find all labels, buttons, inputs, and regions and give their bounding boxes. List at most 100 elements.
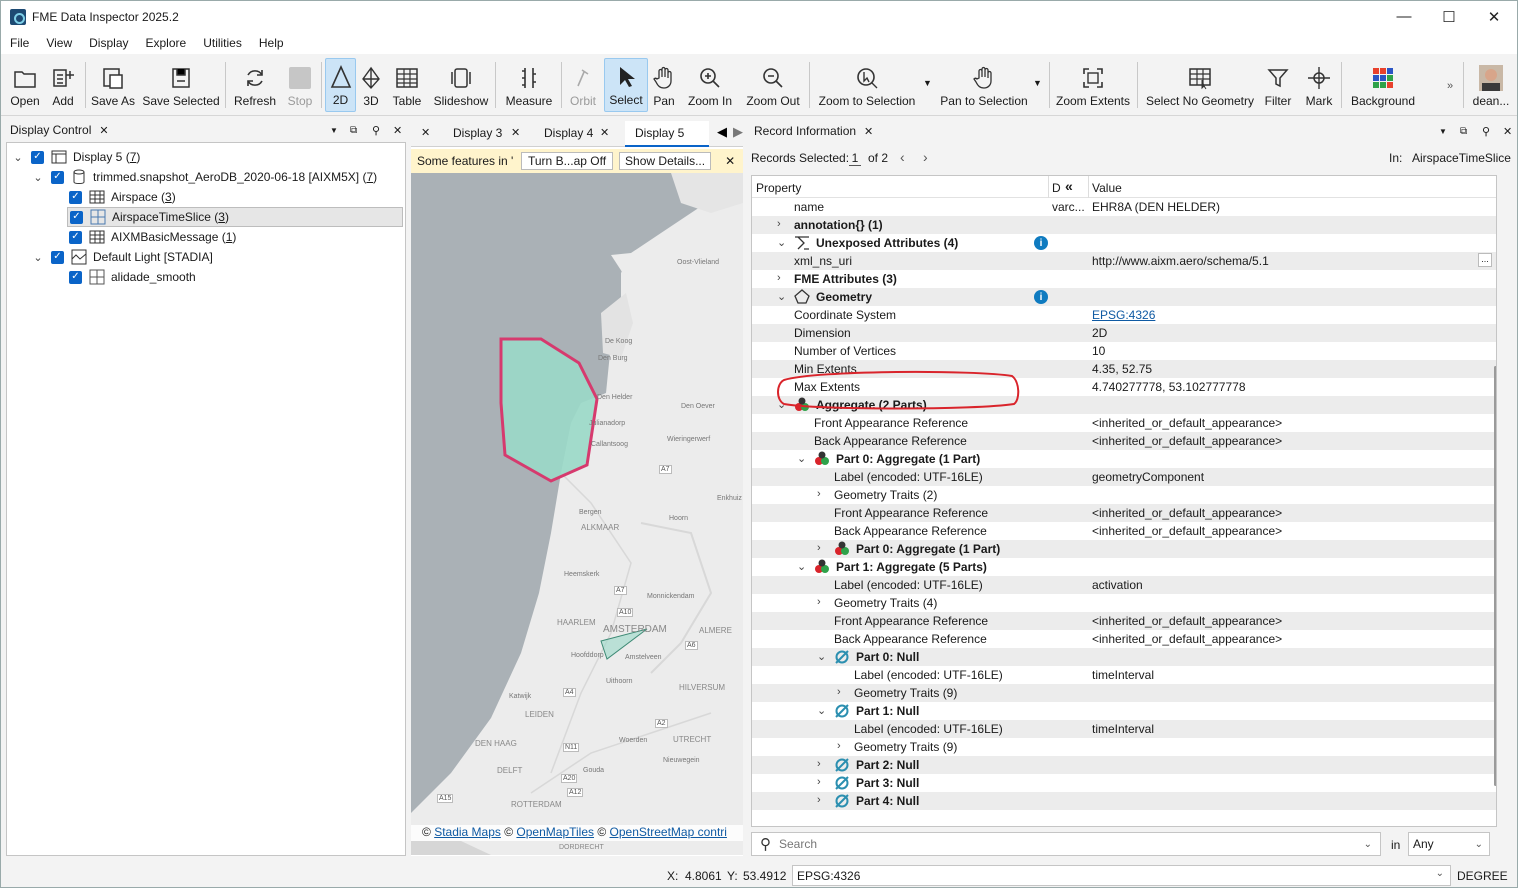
tree-item-airspace[interactable]: ✓ Airspace (3) — [69, 187, 176, 207]
stadia-link[interactable]: Stadia Maps — [434, 825, 501, 839]
chevron-down-icon[interactable]: ⌄ — [817, 704, 826, 717]
feature-count[interactable]: 7 — [130, 150, 137, 164]
grid-scrollbar-thumb[interactable] — [1494, 366, 1496, 786]
tree-item-alidade-smooth[interactable]: ✓ alidade_smooth — [69, 267, 196, 287]
property-row[interactable]: › Part 2: Null — [752, 756, 1496, 774]
float-panel-icon[interactable]: ⧉ — [350, 125, 357, 136]
add-button[interactable]: Add — [47, 58, 79, 112]
pin-icon[interactable]: ⚲ — [372, 124, 380, 137]
property-row[interactable]: Label (encoded: UTF-16LE) geometryCompone… — [752, 468, 1496, 486]
orbit-button[interactable]: Orbit — [567, 58, 599, 112]
chevron-down-icon[interactable]: ⌄ — [1475, 839, 1483, 850]
select-no-geometry-button[interactable]: Select No Geometry — [1145, 58, 1255, 112]
chevron-right-icon[interactable]: › — [817, 776, 821, 788]
column-header-property[interactable]: Property — [756, 181, 801, 195]
pin-icon[interactable]: ⚲ — [1482, 125, 1490, 138]
info-icon[interactable]: i — [1034, 290, 1048, 304]
property-row[interactable]: ⌄ Part 0: Null — [752, 648, 1496, 666]
property-row[interactable]: name varc... EHR8A (DEN HELDER) — [752, 198, 1496, 216]
chevron-down-icon[interactable]: ⌄ — [797, 452, 806, 465]
measure-button[interactable]: Measure — [503, 58, 555, 112]
panel-menu-icon[interactable]: ▼ — [330, 126, 338, 135]
property-row[interactable]: Label (encoded: UTF-16LE) timeInterval — [752, 666, 1496, 684]
chevron-right-icon[interactable]: › — [817, 488, 821, 500]
tree-item-display5[interactable]: ⌄ ✓ Display 5 (7) — [11, 147, 140, 167]
close-tab-icon[interactable]: ✕ — [511, 126, 520, 139]
checkbox-checked-icon[interactable]: ✓ — [70, 210, 83, 224]
crs-select[interactable]: EPSG:4326 ⌄ — [792, 865, 1451, 886]
chevron-right-icon[interactable]: › — [837, 686, 841, 698]
feature-count[interactable]: 1 — [226, 230, 233, 244]
close-tab-icon[interactable]: ✕ — [600, 126, 609, 139]
openmaptiles-link[interactable]: OpenMapTiles — [516, 825, 594, 839]
chevron-down-icon[interactable]: ⌄ — [31, 171, 45, 184]
stop-button[interactable]: Stop — [285, 58, 315, 112]
menu-utilities[interactable]: Utilities — [194, 36, 250, 50]
property-row[interactable]: Front Appearance Reference <inherited_or_… — [752, 504, 1496, 522]
mark-button[interactable]: Mark — [1303, 58, 1335, 112]
dismiss-notice-icon[interactable]: ✕ — [725, 154, 735, 168]
chevron-down-icon[interactable]: ⌄ — [1364, 839, 1372, 850]
property-row[interactable]: ⌄ Unexposed Attributes (4) i — [752, 234, 1496, 252]
property-row[interactable]: Back Appearance Reference <inherited_or_d… — [752, 522, 1496, 540]
pan-to-selection-button[interactable]: Pan to Selection — [939, 58, 1029, 112]
expand-value-button[interactable]: ... — [1478, 253, 1492, 267]
panel-menu-icon[interactable]: ▼ — [1439, 127, 1447, 136]
chevron-right-icon[interactable]: › — [777, 272, 781, 284]
property-row[interactable]: › Part 0: Aggregate (1 Part) — [752, 540, 1496, 558]
menu-explore[interactable]: Explore — [137, 36, 195, 50]
search-input[interactable]: Search — [779, 837, 817, 851]
property-row[interactable]: Front Appearance Reference <inherited_or_… — [752, 414, 1496, 432]
zoom-extents-button[interactable]: Zoom Extents — [1055, 58, 1131, 112]
close-tab-icon[interactable]: ✕ — [421, 126, 430, 139]
feature-count[interactable]: 3 — [218, 210, 225, 224]
slideshow-button[interactable]: Slideshow — [433, 58, 489, 112]
column-header-d[interactable]: D — [1052, 181, 1061, 195]
property-row[interactable]: › annotation{} (1) — [752, 216, 1496, 234]
chevron-down-icon[interactable]: ⌄ — [797, 560, 806, 573]
turn-basemap-off-button[interactable]: Turn B...ap Off — [521, 152, 614, 170]
property-row[interactable]: › Geometry Traits (9) — [752, 738, 1496, 756]
chevron-down-icon[interactable]: ⌄ — [11, 151, 25, 164]
feature-count[interactable]: 7 — [366, 170, 373, 184]
property-row[interactable]: xml_ns_uri http://www.aixm.aero/schema/5.… — [752, 252, 1496, 270]
property-row[interactable]: › FME Attributes (3) — [752, 270, 1496, 288]
checkbox-checked-icon[interactable]: ✓ — [31, 150, 44, 164]
property-row[interactable]: ⌄ Part 1: Aggregate (5 Parts) — [752, 558, 1496, 576]
property-row[interactable]: Label (encoded: UTF-16LE) timeInterval — [752, 720, 1496, 738]
property-row[interactable]: Back Appearance Reference <inherited_or_d… — [752, 630, 1496, 648]
chevron-right-icon[interactable]: › — [817, 596, 821, 608]
property-row[interactable]: › Geometry Traits (4) — [752, 594, 1496, 612]
menu-file[interactable]: File — [1, 36, 37, 50]
view-2d-button[interactable]: 2D — [325, 58, 356, 112]
minimize-button[interactable]: — — [1381, 1, 1427, 32]
user-account-button[interactable]: dean... — [1471, 58, 1511, 112]
menu-display[interactable]: Display — [80, 36, 136, 50]
property-row[interactable]: ⌄ Part 0: Aggregate (1 Part) — [752, 450, 1496, 468]
zoom-in-button[interactable]: Zoom In — [685, 58, 735, 112]
table-button[interactable]: Table — [391, 58, 423, 112]
property-row[interactable]: Number of Vertices 10 — [752, 342, 1496, 360]
float-panel-icon[interactable]: ⧉ — [1460, 126, 1467, 137]
tree-item-dataset[interactable]: ⌄ ✓ trimmed.snapshot_AeroDB_2020-06-18 [… — [31, 167, 377, 187]
tab-scroll-right-icon[interactable]: ▶ — [733, 124, 743, 140]
property-row[interactable]: Back Appearance Reference <inherited_or_d… — [752, 432, 1496, 450]
tab-display4[interactable]: Display 4 — [544, 126, 593, 140]
close-tab-icon[interactable]: ✕ — [864, 125, 873, 138]
pan-selection-dropdown-icon[interactable]: ▼ — [1033, 78, 1042, 88]
checkbox-checked-icon[interactable]: ✓ — [51, 250, 64, 264]
close-panel-icon[interactable]: ✕ — [1503, 125, 1512, 138]
chevron-right-icon[interactable]: › — [817, 794, 821, 806]
chevron-down-icon[interactable]: ⌄ — [817, 650, 826, 663]
checkbox-checked-icon[interactable]: ✓ — [69, 270, 82, 284]
close-button[interactable]: ✕ — [1471, 1, 1517, 32]
property-row[interactable]: › Part 3: Null — [752, 774, 1496, 792]
zoom-out-button[interactable]: Zoom Out — [743, 58, 803, 112]
airspace-polygon[interactable] — [499, 337, 599, 483]
close-tab-icon[interactable]: ✕ — [99, 124, 108, 137]
checkbox-checked-icon[interactable]: ✓ — [69, 230, 82, 244]
info-icon[interactable]: i — [1034, 236, 1048, 250]
pan-button[interactable]: Pan — [649, 58, 679, 112]
chevron-right-icon[interactable]: › — [777, 218, 781, 230]
collapse-columns-icon[interactable]: « — [1065, 178, 1073, 194]
